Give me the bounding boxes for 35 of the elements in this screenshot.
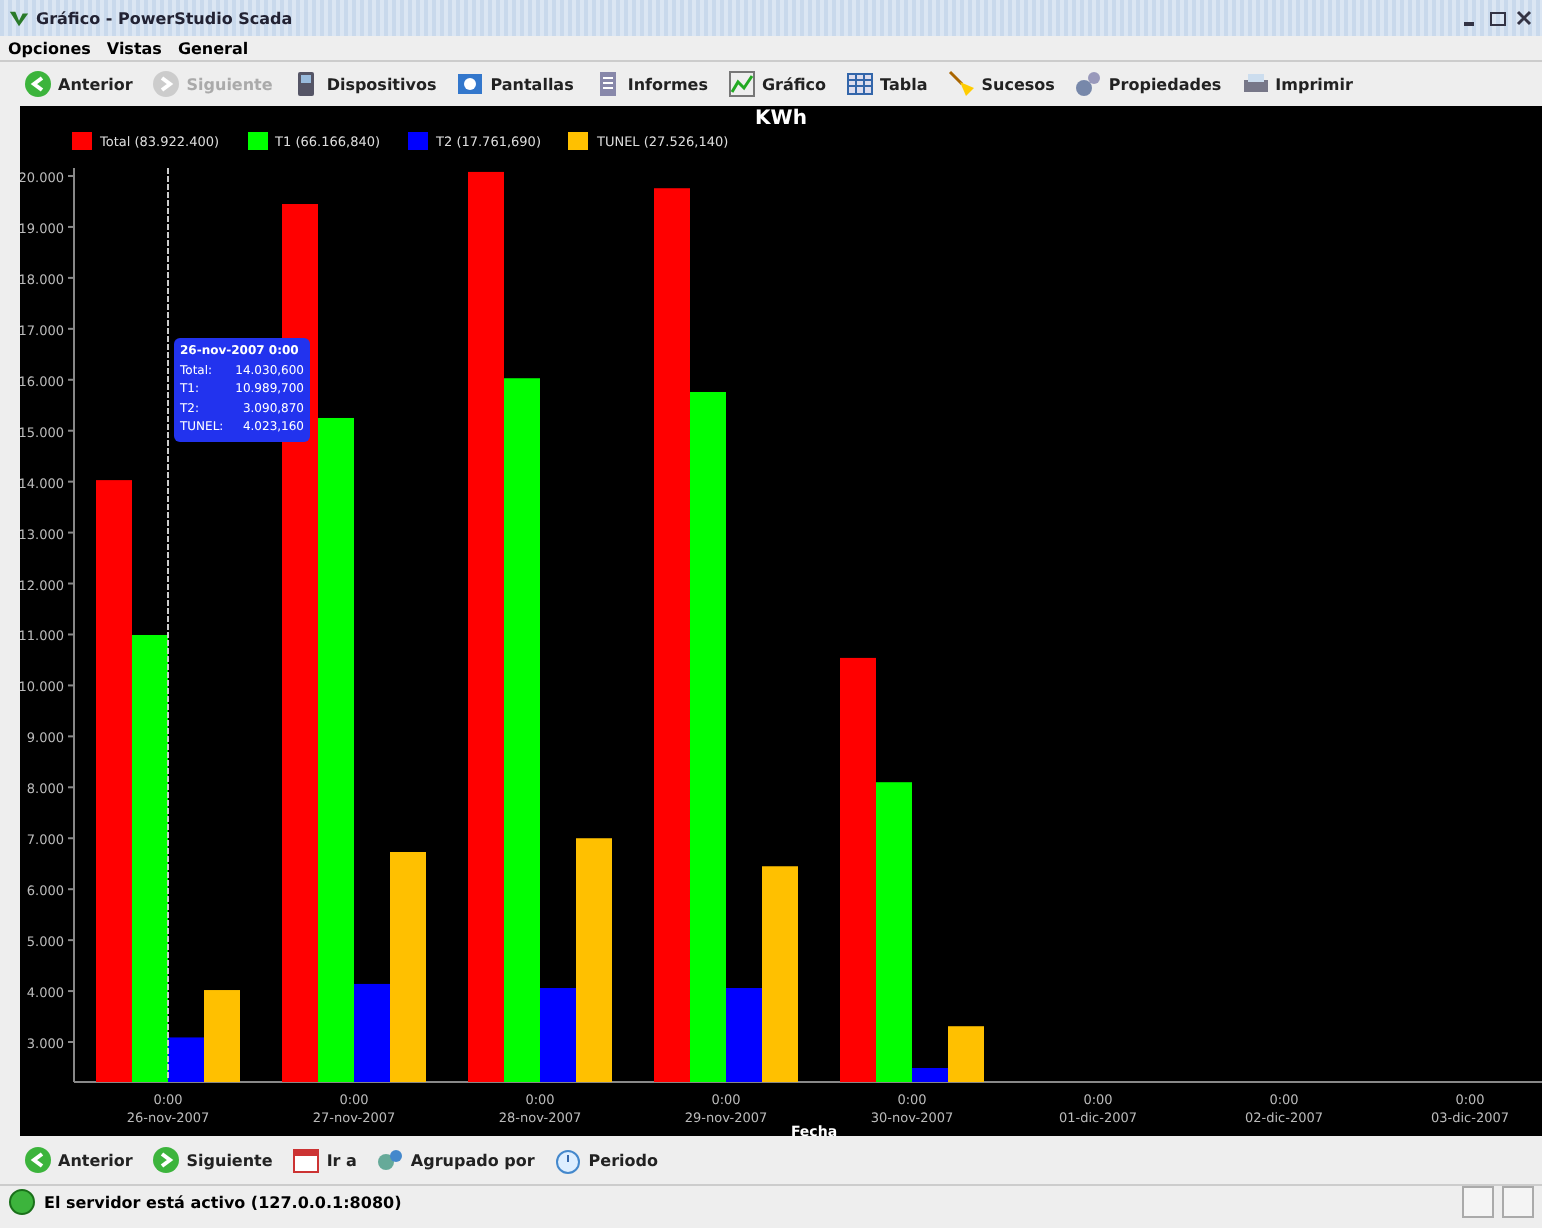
toolbar-button[interactable]: Agrupado por xyxy=(372,1146,539,1174)
toolbar-button[interactable]: Gráfico xyxy=(723,70,831,98)
toolbar-button[interactable]: Pantallas xyxy=(452,70,578,98)
status-icon xyxy=(8,1188,36,1216)
toolbar-button[interactable]: Dispositivos xyxy=(288,70,441,98)
toolbar-button[interactable]: Tabla xyxy=(842,70,932,98)
printer-icon xyxy=(1241,70,1270,98)
toolbar-button[interactable]: Periodo xyxy=(550,1146,662,1174)
chart-title: KWh xyxy=(755,106,807,132)
close-icon[interactable] xyxy=(1514,8,1534,28)
toolbar-button[interactable]: Sucesos xyxy=(943,70,1059,98)
toolbar-button[interactable]: Siguiente xyxy=(148,1146,277,1174)
stopwatch-icon xyxy=(554,1146,583,1174)
app-icon xyxy=(8,7,30,29)
toolbar-button[interactable]: Anterior xyxy=(20,70,137,98)
gears-icon xyxy=(1074,70,1103,98)
menu-item[interactable]: Vistas xyxy=(106,39,162,57)
monitor-icon xyxy=(456,70,485,98)
table-icon xyxy=(846,70,875,98)
broom-icon xyxy=(947,70,976,98)
toolbar-button[interactable]: Imprimir xyxy=(1237,70,1357,98)
gears-icon xyxy=(376,1146,405,1174)
toolbar-button[interactable]: Anterior xyxy=(20,1146,137,1174)
status-text: El servidor está activo (127.0.0.1:8080) xyxy=(44,1193,402,1211)
status-panel xyxy=(1462,1186,1494,1218)
toolbar-button[interactable]: Informes xyxy=(589,70,712,98)
line-chart-icon xyxy=(727,70,756,98)
toolbar-button[interactable]: Propiedades xyxy=(1070,70,1226,98)
calendar-icon xyxy=(292,1146,321,1174)
status-panel xyxy=(1502,1186,1534,1218)
maximize-icon[interactable] xyxy=(1488,8,1508,28)
menu-item[interactable]: Opciones xyxy=(8,39,91,57)
menu-item[interactable]: General xyxy=(177,39,249,57)
window-title: Gráfico - PowerStudio Scada xyxy=(36,9,293,27)
toolbar-button[interactable]: Ir a xyxy=(288,1146,361,1174)
